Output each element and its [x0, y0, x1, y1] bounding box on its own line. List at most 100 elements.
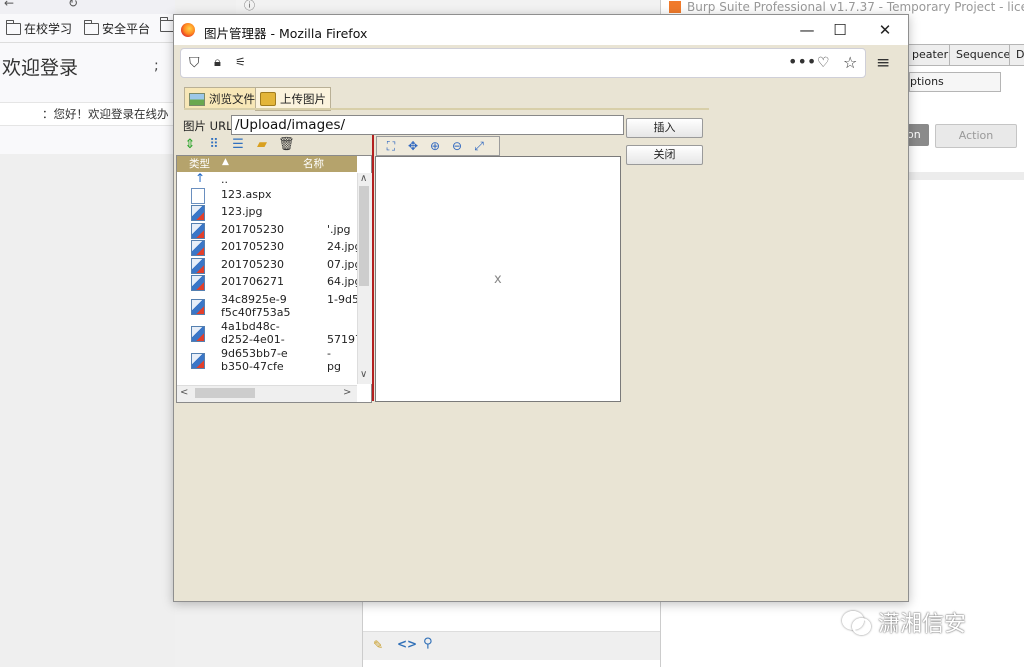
file-row[interactable]: 201705230 '.jpg: [177, 223, 357, 239]
fit-icon[interactable]: ⛶: [383, 139, 399, 154]
file-name: 9d653bb7-e: [221, 347, 288, 360]
address-bar[interactable]: ⛉ 🔒︎ ⚟ ••• ♡ ☆: [180, 48, 866, 78]
file-row[interactable]: ↑..: [177, 173, 357, 188]
fullscreen-icon[interactable]: ⤢: [471, 139, 487, 154]
file-name: 123.jpg: [221, 205, 263, 218]
scroll-down-icon[interactable]: ∨: [360, 369, 367, 380]
shield-icon[interactable]: ⛉: [189, 55, 200, 71]
lock-icon[interactable]: 🔒︎: [214, 55, 221, 70]
file-name-tail: 07.jpg: [327, 258, 357, 271]
image-file-icon: [191, 223, 205, 239]
background-browser-left: ← ↻ 在校学习 安全平台 欢迎登录 ; ：您好！欢迎登录在线办: [0, 0, 175, 667]
column-type[interactable]: 类型: [189, 156, 210, 172]
bookmark-folder-school[interactable]: 在校学习: [6, 19, 72, 37]
panel-splitter[interactable]: [372, 135, 374, 401]
file-name-line2-tail: pg: [327, 360, 341, 373]
minimize-button[interactable]: —: [794, 19, 820, 41]
insert-button[interactable]: 插入: [626, 118, 703, 138]
actual-size-icon[interactable]: ✥: [405, 139, 421, 153]
new-folder-icon[interactable]: ▰: [254, 137, 270, 153]
file-row[interactable]: 34c8925e-9 1-9d55 f5c40f753a5: [177, 293, 357, 319]
image-file-icon: [191, 205, 205, 221]
burp-divider: [909, 172, 1024, 180]
action-button[interactable]: Action: [935, 124, 1017, 148]
editor-toolbar: ✎ <> ⚲: [363, 631, 661, 660]
file-name-tail: 24.jpg: [327, 240, 357, 253]
menu-icon[interactable]: ≡: [876, 53, 890, 73]
horizontal-scroll-thumb[interactable]: [195, 388, 255, 398]
file-name-tail: '.jpg: [327, 223, 351, 236]
tree-view-icon[interactable]: ⠿: [206, 137, 222, 153]
scroll-right-icon[interactable]: >: [343, 387, 351, 398]
image-icon: [189, 92, 205, 106]
image-manager-window: 图片管理器 - Mozilla Firefox — ☐ ✕ ⛉ 🔒︎ ⚟ •••…: [173, 14, 909, 602]
scroll-left-icon[interactable]: <: [180, 387, 188, 398]
background-editor: ✎ <> ⚲: [362, 598, 661, 667]
zoom-in-icon[interactable]: ⊕: [427, 139, 443, 153]
file-row[interactable]: 123.aspx: [177, 188, 357, 204]
file-list: ↑.. 123.aspx 123.jpg 201705230 '.jpg 20170523…: [177, 173, 357, 384]
pocket-icon[interactable]: ♡: [817, 55, 830, 71]
file-name-line2: d252-4e01-: [221, 333, 285, 346]
upload-icon: [260, 92, 276, 106]
file-row[interactable]: 4a1bd48c-d252-4e01- 57197: [177, 320, 357, 346]
file-name-tail: -: [327, 347, 331, 360]
tab-decoder[interactable]: Dec: [1009, 44, 1024, 66]
sort-arrow-icon: ▲: [222, 157, 229, 167]
pencil-icon[interactable]: ✎: [373, 638, 383, 652]
watermark: 潇湘信安: [842, 606, 966, 638]
burp-dark-button[interactable]: on: [907, 124, 929, 146]
login-title: 欢迎登录: [2, 57, 79, 79]
file-row[interactable]: 9d653bb7-e - b350-47cfe pg: [177, 347, 357, 373]
scroll-up-icon[interactable]: ∧: [360, 173, 367, 184]
welcome-text: ：您好！欢迎登录在线办: [42, 107, 169, 121]
file-name: 201706271: [221, 275, 284, 288]
file-name-line2-tail: 57197: [327, 333, 357, 346]
file-name: ..: [221, 173, 228, 186]
file-list-panel: 类型 ▲ 名称 ↑.. 123.aspx 123.jpg 201705230 '.jpg…: [176, 155, 372, 403]
wechat-icon: [842, 611, 871, 635]
folder-icon: [84, 19, 99, 35]
tab-browse-files[interactable]: 浏览文件: [184, 87, 260, 110]
image-url-input[interactable]: /Upload/images/: [231, 115, 624, 135]
file-row[interactable]: 201706271 64.jpg: [177, 275, 357, 291]
permissions-icon[interactable]: ⚟: [235, 55, 246, 69]
file-name: 201705230: [221, 258, 284, 271]
file-name: 34c8925e-9: [221, 293, 287, 306]
burp-title: Burp Suite Professional v1.7.37 - Tempor…: [687, 0, 1024, 14]
file-name-tail: 1-9d55: [327, 293, 357, 306]
file-row[interactable]: 201705230 07.jpg: [177, 258, 357, 274]
window-titlebar: 图片管理器 - Mozilla Firefox — ☐ ✕: [174, 15, 908, 45]
burp-logo-icon: [669, 1, 681, 13]
firefox-icon: [181, 23, 195, 37]
file-row[interactable]: 123.jpg: [177, 205, 357, 221]
file-row[interactable]: 201705230 24.jpg: [177, 240, 357, 256]
refresh-icon[interactable]: ⇕: [182, 137, 198, 153]
tab-options[interactable]: ptions: [909, 72, 1001, 92]
close-button[interactable]: 关闭: [626, 145, 703, 165]
background-window-top: ⓘ: [236, 0, 660, 14]
window-title: 图片管理器 - Mozilla Firefox: [204, 26, 368, 41]
search-icon[interactable]: ⚲: [423, 636, 433, 651]
image-file-icon: [191, 299, 205, 315]
delete-icon[interactable]: 🗑︎: [278, 137, 295, 153]
bookmark-star-icon[interactable]: ☆: [843, 53, 857, 72]
vertical-scroll-thumb[interactable]: [359, 186, 369, 286]
image-url-label: 图片 URL:: [183, 119, 237, 133]
reload-icon[interactable]: ↻: [68, 0, 78, 10]
close-window-button[interactable]: ✕: [872, 19, 898, 41]
zoom-out-icon[interactable]: ⊖: [449, 139, 465, 153]
tab-repeater[interactable]: peater: [905, 44, 956, 66]
image-preview: x: [375, 156, 621, 402]
file-name-line2: f5c40f753a5: [221, 306, 291, 319]
bookmarks-bar: 在校学习 安全平台: [0, 14, 175, 43]
code-icon[interactable]: <>: [397, 637, 417, 651]
more-icon[interactable]: •••: [788, 52, 816, 71]
maximize-button[interactable]: ☐: [827, 19, 853, 41]
back-icon[interactable]: ←: [4, 0, 14, 10]
file-name: 201705230: [221, 240, 284, 253]
bookmark-folder-security[interactable]: 安全平台: [84, 19, 150, 37]
list-view-icon[interactable]: ☰: [230, 137, 246, 153]
tab-strip-border: [184, 108, 709, 110]
column-name[interactable]: 名称: [303, 156, 324, 172]
